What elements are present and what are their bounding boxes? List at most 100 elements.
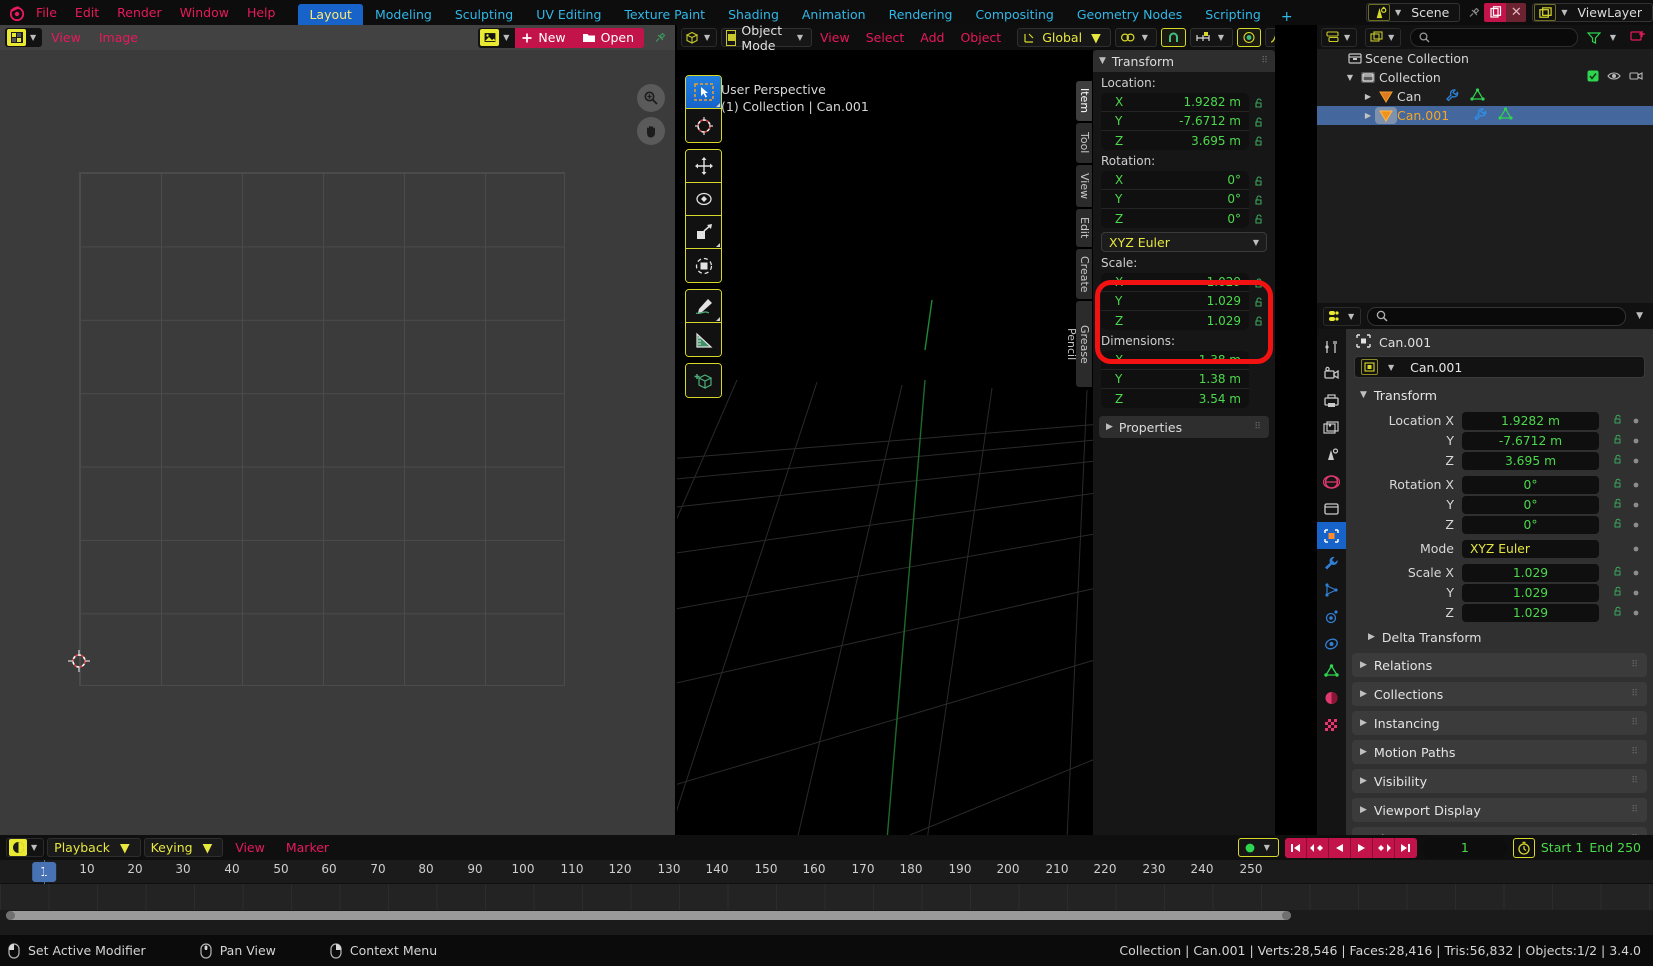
n-panel-transform-header[interactable]: ▼ Transform ⠿ [1093,50,1275,72]
lock-scale-x-icon[interactable] [1249,273,1267,292]
chevron-down-icon[interactable]: ▼ [1360,390,1367,400]
location-x-field[interactable]: X 1.9282 m [1101,93,1249,112]
chevron-down-icon[interactable]: ▼ [1138,33,1152,42]
chevron-down-icon[interactable]: ▼ [1384,363,1398,372]
chevron-right-icon[interactable]: ▶ [1360,689,1367,699]
timeline-horizontal-scrollbar[interactable] [6,911,1291,920]
chevron-down-icon[interactable]: ▼ [27,843,41,852]
eye-icon[interactable] [1607,70,1621,85]
falloff-type-selector[interactable]: ▼ [1265,28,1275,47]
outliner-row-can-001[interactable]: ▶ Can.001 [1317,106,1653,125]
workspace-tab-geometry-nodes[interactable]: Geometry Nodes [1066,4,1193,25]
tool-scale[interactable] [686,216,721,249]
zoom-icon[interactable] [637,84,665,112]
drag-handle-icon[interactable]: ⠿ [1254,422,1262,432]
chevron-down-icon[interactable]: ▼ [1606,33,1620,42]
timeline-channel-area[interactable] [0,884,1653,910]
properties-tab-material[interactable] [1317,684,1346,711]
pin-icon[interactable] [650,28,670,48]
prop-value[interactable]: 0° [1462,495,1599,514]
pin-icon[interactable] [1464,3,1484,23]
prop-value[interactable]: 1.9282 m [1462,411,1599,430]
prop-value[interactable]: 0° [1462,475,1599,494]
properties-tab-data[interactable] [1317,657,1346,684]
chevron-down-icon[interactable]: ▼ [199,840,217,855]
properties-section-line-art[interactable]: ▶ Line Art ⠿ [1352,827,1647,835]
location-y-field[interactable]: Y -7.6712 m [1101,112,1249,131]
outliner-display-mode[interactable]: ▼ [1365,27,1402,47]
location-z-field[interactable]: Z 3.695 m [1101,131,1249,150]
prop-value[interactable]: 3.695 m [1462,451,1599,470]
unlocked-padlock-icon[interactable] [1612,433,1623,448]
drag-handle-icon[interactable]: ⠿ [1631,747,1639,757]
n-panel-tab-item[interactable]: Item [1076,81,1092,121]
menu-render[interactable]: Render [108,0,171,25]
properties-tab-particles[interactable] [1317,576,1346,603]
chevron-down-icon[interactable]: ▼ [793,33,807,42]
animate-property-icon[interactable] [1632,517,1640,532]
drag-handle-icon[interactable]: ⠿ [1631,660,1639,670]
timeline-menu-marker[interactable]: Marker [277,840,338,855]
playback-popover-button[interactable]: Playback ▼ [47,838,141,857]
viewlayer-selector[interactable]: ▼ ViewLayer [1532,3,1653,22]
chevron-down-icon[interactable]: ▼ [1099,56,1106,66]
next-keyframe-button[interactable] [1372,837,1395,858]
lock-location-y-icon[interactable] [1249,112,1267,131]
image-editor-canvas[interactable] [0,50,675,835]
chevron-right-icon[interactable]: ▶ [1106,422,1113,432]
drag-handle-icon[interactable]: ⠿ [1631,718,1639,728]
animate-property-icon[interactable] [1632,497,1640,512]
outliner-new-collection-button[interactable] [1630,29,1649,45]
n-panel-tab-grease-pencil[interactable]: Grease Pencil [1065,301,1092,387]
lock-scale-y-icon[interactable] [1249,292,1267,311]
workspace-tab-layout[interactable]: Layout [298,4,363,25]
hand-icon[interactable] [637,117,665,145]
scale-x-field[interactable]: X 1.029 [1101,273,1249,292]
tool-cursor[interactable] [686,109,721,142]
lock-scale-z-icon[interactable] [1249,311,1267,330]
jump-to-end-button[interactable] [1394,837,1417,858]
menu-file[interactable]: File [27,0,66,25]
scale-y-field[interactable]: Y 1.029 [1101,292,1249,311]
interaction-mode-selector[interactable]: Object Mode ▼ [721,25,813,53]
properties-section-motion-paths[interactable]: ▶ Motion Paths ⠿ [1352,740,1647,764]
blender-logo-icon[interactable] [7,3,27,23]
keying-popover-button[interactable]: Keying ▼ [143,838,224,857]
chevron-down-icon[interactable]: ▼ [1087,30,1105,45]
menu-edit[interactable]: Edit [66,0,108,25]
lock-rotation-x-icon[interactable] [1249,171,1267,190]
animate-property-icon[interactable] [1632,413,1640,428]
unlocked-padlock-icon[interactable] [1612,413,1623,428]
frame-range-end[interactable]: End 250 [1589,840,1641,855]
play-button[interactable] [1350,837,1373,858]
properties-section-viewport-display[interactable]: ▶ Viewport Display ⠿ [1352,798,1647,822]
open-image-button[interactable]: Open [575,27,644,48]
properties-delta-transform-section[interactable]: ▶ Delta Transform [1346,626,1653,648]
proportional-edit-toggle[interactable] [1237,28,1261,47]
tool-move[interactable] [686,150,721,183]
outliner-row-collection[interactable]: ▼ Collection [1317,68,1653,87]
delete-scene-button[interactable]: ✕ [1506,3,1527,22]
modifier-wrench-icon[interactable] [1473,107,1488,124]
properties-tab-modifier[interactable] [1317,549,1346,576]
properties-tab-physics[interactable] [1317,603,1346,630]
unlocked-padlock-icon[interactable] [1612,585,1623,600]
rotation-x-field[interactable]: X 0° [1101,171,1249,190]
dimension-z-field[interactable]: Z 3.54 m [1101,389,1249,408]
chevron-down-icon[interactable]: ▼ [1253,238,1259,247]
chevron-down-icon[interactable]: ▼ [1260,843,1274,852]
n-panel-properties-section[interactable]: ▶ Properties ⠿ [1099,416,1269,438]
timeline-editor-type[interactable]: ▼ [6,838,45,857]
chevron-right-icon[interactable]: ▶ [1360,718,1367,728]
viewport-menu-select[interactable]: Select [858,25,913,50]
tool-rotate[interactable] [686,183,721,216]
chevron-right-icon[interactable]: ▶ [1360,747,1367,757]
timeline-menu-view[interactable]: View [226,840,274,855]
tool-transform[interactable] [686,249,721,282]
chevron-right-icon[interactable]: ▶ [1368,632,1375,642]
chevron-down-icon[interactable]: ▼ [1391,8,1405,17]
prop-value[interactable]: -7.6712 m [1462,431,1599,450]
scrollbar-left-handle[interactable] [6,911,15,920]
animate-property-icon[interactable] [1632,433,1640,448]
camera-icon[interactable] [1629,70,1643,85]
